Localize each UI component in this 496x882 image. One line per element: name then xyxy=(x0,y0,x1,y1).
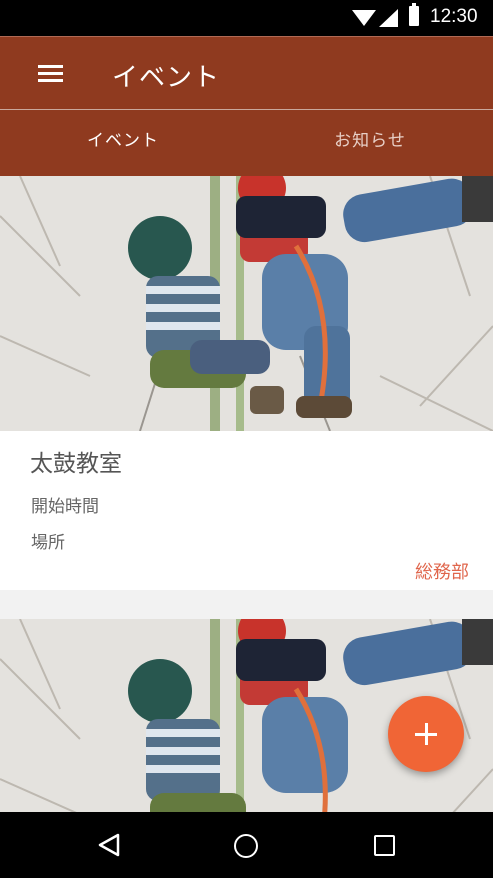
event-start-time: 開始時間 xyxy=(31,497,99,517)
tab-news[interactable]: お知らせ xyxy=(247,110,493,176)
event-image[interactable] xyxy=(0,176,493,431)
phone-screen: 12:30 イベント イベント お知らせ 太鼓教室 開始時間 場所 総務部 xyxy=(0,0,493,878)
navigation-bar xyxy=(0,812,493,878)
battery-icon xyxy=(409,3,419,26)
home-icon[interactable] xyxy=(234,834,258,858)
status-bar: 12:30 xyxy=(0,0,493,36)
tab-events[interactable]: イベント xyxy=(0,110,246,176)
wifi-icon xyxy=(352,10,376,26)
app-bar: イベント xyxy=(0,36,493,110)
tab-bar: イベント お知らせ xyxy=(0,110,493,176)
event-title: 太鼓教室 xyxy=(30,451,122,477)
event-department[interactable]: 総務部 xyxy=(415,558,469,584)
event-card[interactable]: 太鼓教室 開始時間 場所 総務部 xyxy=(0,176,493,590)
back-icon[interactable] xyxy=(96,832,122,858)
add-event-button[interactable] xyxy=(388,696,464,772)
event-location: 場所 xyxy=(31,533,65,553)
app-title: イベント xyxy=(112,63,221,93)
menu-icon[interactable] xyxy=(30,57,70,91)
cell-signal-icon xyxy=(379,9,398,27)
status-time: 12:30 xyxy=(430,6,478,27)
bottom-margin xyxy=(0,878,496,882)
recent-apps-icon[interactable] xyxy=(374,835,395,856)
